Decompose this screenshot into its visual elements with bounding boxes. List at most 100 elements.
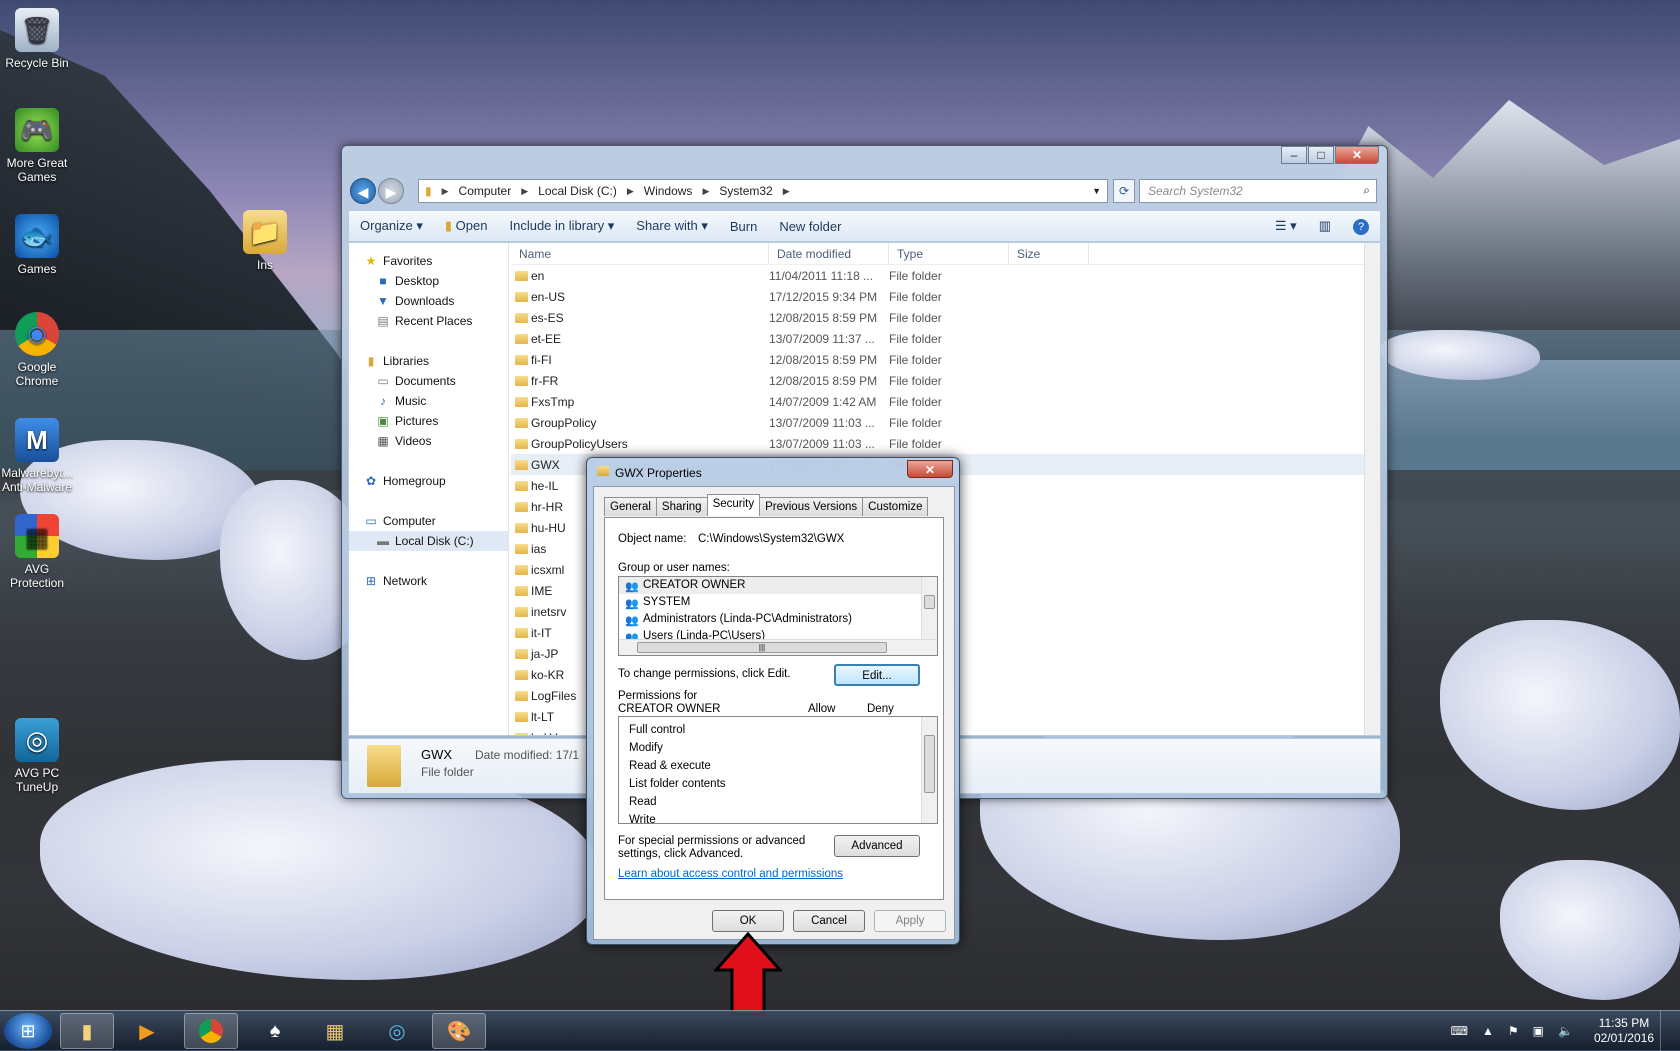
table-row[interactable]: fr-FR 12/08/2015 8:59 PM File folder: [511, 370, 1364, 391]
tab-sharing[interactable]: Sharing: [655, 497, 708, 516]
desktop-icon-recycle-bin[interactable]: 🗑 Recycle Bin: [0, 8, 77, 70]
table-row[interactable]: et-EE 13/07/2009 11:37 ... File folder: [511, 328, 1364, 349]
access-control-link[interactable]: Learn about access control and permissio…: [618, 868, 843, 880]
breadcrumb-local-disk[interactable]: Local Disk (C:): [532, 184, 623, 198]
advanced-button[interactable]: Advanced: [834, 835, 920, 857]
column-name[interactable]: Name: [511, 243, 769, 264]
taskbar-solitaire[interactable]: ♠: [248, 1013, 302, 1049]
permissions-vscroll[interactable]: [921, 717, 937, 823]
apply-button[interactable]: Apply: [874, 910, 946, 932]
list-item[interactable]: 👥 CREATOR OWNER: [619, 577, 937, 594]
taskbar-explorer[interactable]: ▮: [60, 1013, 114, 1049]
nav-desktop[interactable]: ■ Desktop: [349, 271, 508, 291]
column-date-modified[interactable]: Date modified: [769, 243, 889, 264]
window-controls: – □ ✕: [1280, 146, 1379, 164]
start-button[interactable]: ⊞: [4, 1013, 52, 1049]
taskbar-chrome[interactable]: [184, 1013, 238, 1049]
tab-general[interactable]: General: [604, 497, 657, 516]
file-date: 17/12/2015 9:34 PM: [769, 289, 878, 304]
table-row[interactable]: GroupPolicyUsers 13/07/2009 11:03 ... File…: [511, 433, 1364, 454]
nav-computer[interactable]: ▭ Computer: [349, 511, 508, 531]
desktop-icon-avg-protection[interactable]: ▦ AVG Protection: [0, 514, 77, 590]
table-row[interactable]: GroupPolicy 13/07/2009 11:03 ... File fold…: [511, 412, 1364, 433]
ok-button[interactable]: OK: [712, 910, 784, 932]
clock[interactable]: 11:35 PM 02/01/2016: [1594, 1016, 1654, 1046]
permissions-list[interactable]: Full control Modify Read & execute List …: [618, 716, 938, 824]
nav-homegroup[interactable]: ✿ Homegroup: [349, 471, 508, 491]
cancel-button[interactable]: Cancel: [793, 910, 865, 932]
column-type[interactable]: Type: [889, 243, 1009, 264]
share-with-button[interactable]: Share with ▾: [625, 218, 719, 234]
column-size[interactable]: Size: [1009, 243, 1089, 264]
taskbar-media-player[interactable]: ▶: [120, 1013, 174, 1049]
edit-button[interactable]: Edit...: [834, 664, 920, 686]
tab-previous-versions[interactable]: Previous Versions: [759, 497, 864, 516]
chevron-right-icon: ▶: [782, 185, 790, 196]
user-list[interactable]: 👥 CREATOR OWNER 👥 SYSTEM 👥 Administrators (…: [618, 576, 938, 656]
desktop-icon-more-games[interactable]: 🎮 More Great Games: [0, 108, 77, 184]
keyboard-icon[interactable]: ⌨: [1451, 1024, 1468, 1038]
nav-favorites[interactable]: ★ Favorites: [349, 251, 508, 271]
table-row[interactable]: en 11/04/2011 11:18 ... File folder: [511, 265, 1364, 286]
nav-music[interactable]: ♪ Music: [349, 391, 508, 411]
burn-button[interactable]: Burn: [719, 219, 768, 234]
desktop-icon-ins[interactable]: 📁 Ins: [225, 210, 305, 272]
back-button[interactable]: ◀: [350, 178, 376, 204]
nav-recent-places[interactable]: ▤ Recent Places: [349, 311, 508, 331]
file-date: 13/07/2009 11:37 ...: [769, 331, 875, 346]
tab-customize[interactable]: Customize: [862, 497, 929, 516]
nav-label: Pictures: [395, 414, 439, 428]
desktop-icon-games[interactable]: 🐟 Games: [0, 214, 77, 276]
taskbar-mahjong[interactable]: ▦: [308, 1013, 362, 1049]
search-input[interactable]: Search System32 ⌕: [1139, 179, 1377, 203]
close-button[interactable]: ✕: [1335, 146, 1379, 164]
view-icon[interactable]: ☰ ▾: [1264, 218, 1308, 234]
nav-documents[interactable]: ▭ Documents: [349, 371, 508, 391]
help-icon[interactable]: ?: [1342, 218, 1380, 235]
nav-libraries[interactable]: ▮ Libraries: [349, 351, 508, 371]
chevron-up-icon[interactable]: ▲: [1482, 1024, 1494, 1038]
volume-icon[interactable]: 🔈: [1558, 1024, 1573, 1038]
nav-local-disk[interactable]: ▬ Local Disk (C:): [349, 531, 508, 551]
table-row[interactable]: fi-FI 12/08/2015 8:59 PM File folder: [511, 349, 1364, 370]
command-bar: Organize ▾ ▮ Open Include in library ▾ S…: [348, 210, 1381, 242]
table-row[interactable]: es-ES 12/08/2015 8:59 PM File folder: [511, 307, 1364, 328]
chevron-down-icon[interactable]: ▼: [1086, 186, 1107, 196]
group-names-label: Group or user names:: [618, 562, 730, 574]
file-list-scrollbar[interactable]: [1364, 243, 1380, 735]
music-icon: ♪: [380, 394, 386, 408]
user-list-hscroll[interactable]: |||: [619, 639, 937, 655]
breadcrumb-system32[interactable]: System32: [713, 184, 778, 198]
nav-videos[interactable]: ▦ Videos: [349, 431, 508, 451]
table-row[interactable]: en-US 17/12/2015 9:34 PM File folder: [511, 286, 1364, 307]
minimize-button[interactable]: –: [1281, 146, 1307, 164]
desktop-icon-chrome[interactable]: ◉ Google Chrome: [0, 312, 77, 388]
forward-button[interactable]: ▶: [378, 178, 404, 204]
preview-pane-icon[interactable]: ▥: [1308, 218, 1342, 234]
list-item[interactable]: 👥 SYSTEM: [619, 594, 937, 611]
taskbar-paint[interactable]: 🎨: [432, 1013, 486, 1049]
nav-network[interactable]: ⊞ Network: [349, 571, 508, 591]
nav-downloads[interactable]: ▼ Downloads: [349, 291, 508, 311]
desktop-icon-avg-tuneup[interactable]: ◎ AVG PC TuneUp: [0, 718, 77, 794]
maximize-button[interactable]: □: [1308, 146, 1334, 164]
new-folder-button[interactable]: New folder: [768, 219, 852, 234]
list-item[interactable]: 👥 Administrators (Linda-PC\Administrators…: [619, 611, 937, 628]
dialog-close-button[interactable]: ✕: [907, 460, 953, 478]
address-bar[interactable]: ▮ ▶ Computer ▶ Local Disk (C:) ▶ Windows…: [418, 179, 1108, 203]
tab-security[interactable]: Security: [706, 494, 761, 516]
network-icon[interactable]: ▣: [1533, 1024, 1544, 1038]
breadcrumb-computer[interactable]: Computer: [453, 184, 518, 198]
breadcrumb-windows[interactable]: Windows: [638, 184, 699, 198]
open-button[interactable]: ▮ Open: [434, 218, 499, 234]
include-library-button[interactable]: Include in library ▾: [498, 218, 625, 234]
taskbar-tuneup[interactable]: ◎: [370, 1013, 424, 1049]
organize-button[interactable]: Organize ▾: [349, 218, 434, 234]
flag-icon[interactable]: ⚑: [1508, 1024, 1519, 1038]
show-desktop-button[interactable]: [1660, 1011, 1672, 1051]
refresh-button[interactable]: ⟳: [1113, 179, 1135, 203]
user-list-vscroll[interactable]: [921, 577, 937, 641]
table-row[interactable]: FxsTmp 14/07/2009 1:42 AM File folder: [511, 391, 1364, 412]
nav-pictures[interactable]: ▣ Pictures: [349, 411, 508, 431]
desktop-icon-malwarebytes[interactable]: M Malwarebyt... Anti-Malware: [0, 418, 77, 494]
